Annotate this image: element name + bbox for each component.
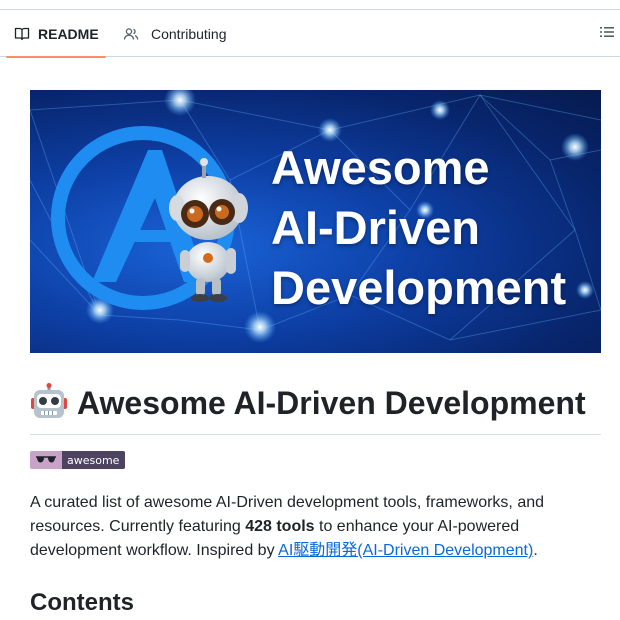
tab-readme-label: README [38,25,99,42]
tab-contributing-label: Contributing [151,25,227,42]
people-icon [123,26,139,42]
page-title-text: Awesome AI-Driven Development [77,385,586,421]
banner-title: Awesome AI-Driven Development [271,138,601,318]
readme-banner-image: Awesome AI-Driven Development [30,90,601,353]
book-icon [14,26,30,42]
readme-tab-bar: README Contributing [0,10,620,58]
active-tab-underline [6,56,106,58]
awesome-badge[interactable]: awesome [30,451,126,469]
banner-title-line: Development [271,261,567,314]
banner-title-line: AI-Driven [271,201,480,254]
inspiration-link[interactable]: AI駆動開発(AI-Driven Development) [278,542,533,559]
sunglasses-icon [30,451,62,469]
outline-toggle-button[interactable] [598,25,616,43]
intro-paragraph: A curated list of awesome AI-Driven deve… [30,491,590,563]
tab-contributing[interactable]: Contributing [115,10,227,57]
contents-heading: Contents [30,589,134,616]
banner-title-line: Awesome [271,141,490,194]
list-icon [599,24,615,45]
page-title: Awesome AI-Driven Development [30,380,601,435]
intro-text-after: . [533,542,538,559]
tool-count: 428 tools [245,518,315,535]
tab-readme[interactable]: README [6,10,106,58]
robot-icon [30,383,68,421]
awesome-badge-label: awesome [62,451,126,469]
